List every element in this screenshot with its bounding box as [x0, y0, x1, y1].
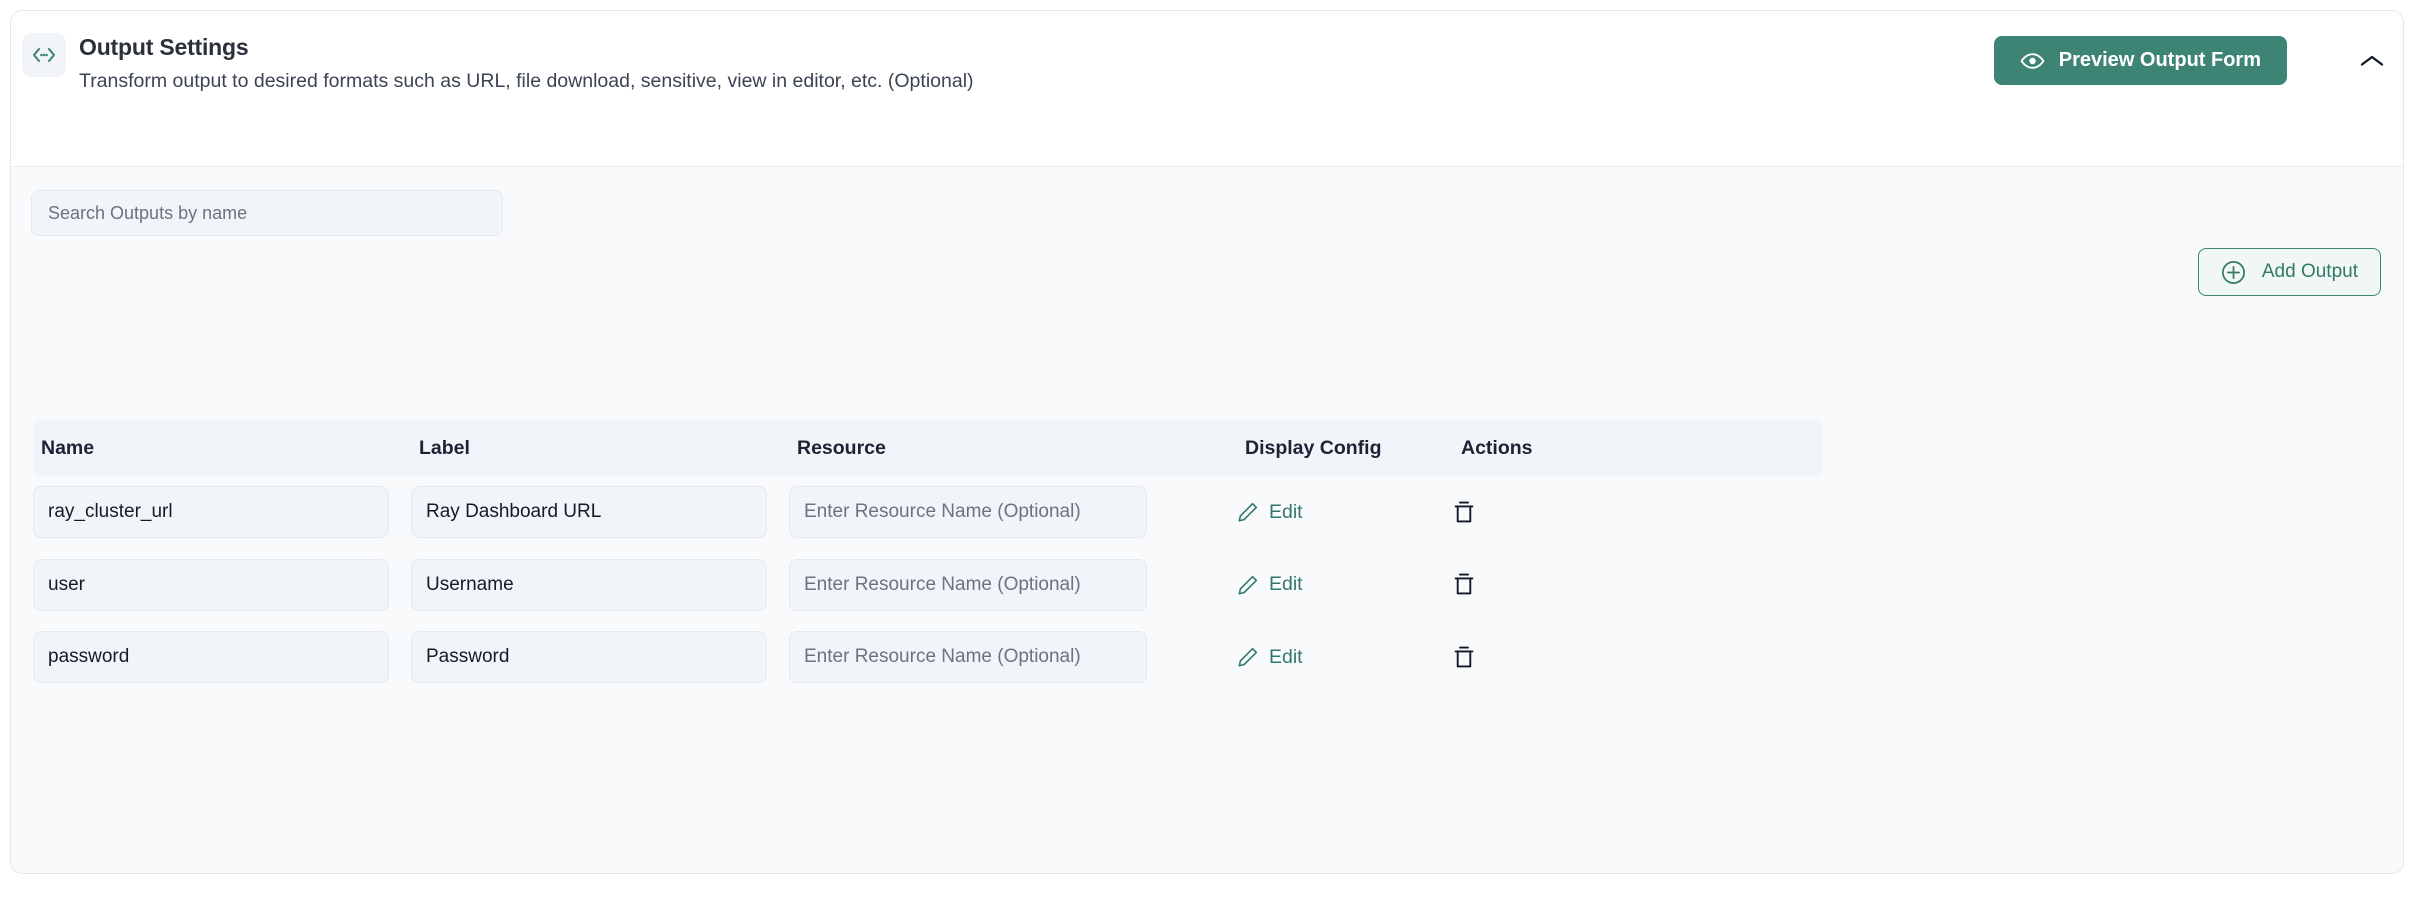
collapse-section-button[interactable] [2352, 41, 2392, 81]
chevron-up-icon [2359, 53, 2385, 69]
table-header-row: Name Label Resource Display Config Actio… [33, 420, 1823, 476]
column-header-name: Name [41, 436, 95, 459]
table-row: Edit [33, 476, 1823, 549]
output-name-input[interactable] [33, 558, 389, 611]
output-resource-input[interactable] [789, 558, 1147, 611]
pencil-icon [1237, 646, 1259, 668]
card-header: Output Settings Transform output to desi… [11, 11, 2403, 167]
delete-output-button[interactable] [1453, 500, 1475, 525]
edit-label: Edit [1269, 500, 1303, 523]
plus-circle-icon [2221, 260, 2246, 285]
table-row: Edit [33, 621, 1823, 694]
output-name-input[interactable] [33, 486, 389, 539]
search-input[interactable] [31, 190, 503, 236]
outputs-table: Name Label Resource Display Config Actio… [33, 420, 1823, 694]
eye-icon [2020, 52, 2045, 70]
output-label-input[interactable] [411, 631, 767, 684]
code-brackets-icon [22, 33, 66, 77]
column-header-resource: Resource [797, 436, 886, 459]
output-name-input[interactable] [33, 631, 389, 684]
output-label-input[interactable] [411, 486, 767, 539]
edit-label: Edit [1269, 573, 1303, 596]
output-label-input[interactable] [411, 558, 767, 611]
page-title: Output Settings [79, 34, 249, 60]
add-output-label: Add Output [2261, 261, 2358, 282]
pencil-icon [1237, 574, 1259, 596]
add-output-button[interactable]: Add Output [2197, 248, 2381, 296]
output-settings-card: Output Settings Transform output to desi… [10, 10, 2404, 874]
pencil-icon [1237, 501, 1259, 523]
trash-icon [1453, 645, 1475, 670]
header-text-block: Output Settings Transform output to desi… [79, 32, 974, 94]
column-header-actions: Actions [1461, 436, 1533, 459]
edit-display-config-button[interactable]: Edit [1237, 501, 1303, 524]
edit-display-config-button[interactable]: Edit [1237, 646, 1303, 669]
edit-label: Edit [1269, 645, 1303, 668]
card-body: Add Output Name Label Resource Display C… [11, 167, 2403, 873]
column-header-display-config: Display Config [1245, 436, 1382, 459]
table-row: Edit [33, 549, 1823, 622]
page-description: Transform output to desired formats such… [79, 70, 974, 92]
delete-output-button[interactable] [1453, 645, 1475, 670]
trash-icon [1453, 572, 1475, 597]
output-resource-input[interactable] [789, 631, 1147, 684]
column-header-label: Label [419, 436, 470, 459]
preview-output-form-label: Preview Output Form [2058, 49, 2261, 71]
output-resource-input[interactable] [789, 486, 1147, 539]
edit-display-config-button[interactable]: Edit [1237, 573, 1303, 596]
delete-output-button[interactable] [1453, 572, 1475, 597]
trash-icon [1453, 500, 1475, 525]
preview-output-form-button[interactable]: Preview Output Form [1993, 36, 2287, 85]
